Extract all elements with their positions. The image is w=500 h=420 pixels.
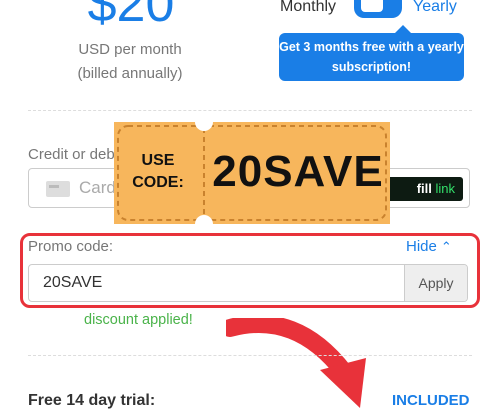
billing-toggle[interactable] <box>354 0 402 18</box>
apply-button[interactable]: Apply <box>404 265 467 301</box>
coupon-code: 20SAVE <box>212 147 384 196</box>
autofill-word: fill <box>416 181 432 196</box>
trial-value: INCLUDED <box>392 392 470 409</box>
promo-label: Promo code: <box>28 238 114 255</box>
credit-card-icon <box>46 181 70 197</box>
promo-code-input[interactable]: 20SAVE <box>43 274 102 292</box>
divider <box>28 355 472 356</box>
chevron-up-icon: ⌃ <box>440 239 452 254</box>
billing-monthly-label[interactable]: Monthly <box>280 0 336 16</box>
promo-code-field[interactable]: 20SAVE Apply <box>28 264 468 302</box>
promo-status: discount applied! <box>84 312 193 328</box>
coupon-use-label: USE CODE: <box>114 150 202 194</box>
coupon-use-word: USE <box>141 152 175 169</box>
card-placeholder: Card <box>79 178 116 197</box>
price-details: USD per month (billed annually) <box>40 38 220 86</box>
coupon-code-word: CODE: <box>132 174 184 191</box>
billing-note: (billed annually) <box>77 65 183 82</box>
promo-hide-label: Hide <box>406 238 437 255</box>
autofill-link-word: link <box>435 181 455 196</box>
price-amount: $20 <box>87 0 175 33</box>
toggle-knob <box>361 0 383 12</box>
promo-hide-toggle[interactable]: Hide ⌃ <box>406 238 452 255</box>
coupon-ticket: USE CODE: 20SAVE <box>114 122 390 224</box>
card-label: Credit or debit <box>28 146 123 163</box>
yearly-promo-tooltip: Get 3 months free with a yearly subscrip… <box>279 25 464 81</box>
price-currency: USD per month <box>78 41 182 58</box>
divider <box>28 110 472 111</box>
billing-yearly-label[interactable]: Yearly <box>413 0 457 16</box>
arrow-icon <box>226 318 366 408</box>
trial-label: Free 14 day trial: <box>28 392 156 409</box>
